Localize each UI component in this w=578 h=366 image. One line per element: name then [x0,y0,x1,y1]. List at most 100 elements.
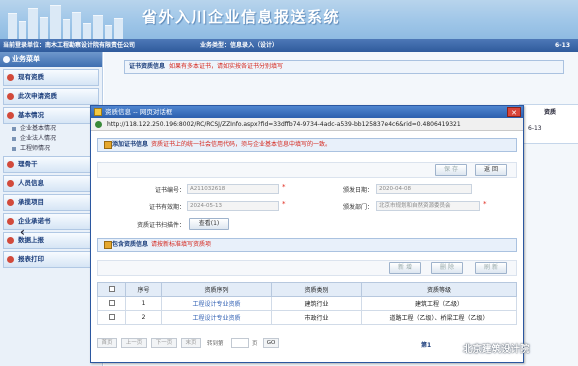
cert-section-note: 如果有多本证书，请如实按各证书分别填写 [169,63,284,70]
save-button[interactable]: 保 存 [435,164,467,176]
row-select [97,296,126,311]
user-info: 当前登录单位：南木工程勘察设计院有限责任公司 [3,42,136,49]
qual-section-title: 包含资质信息 [112,241,149,248]
bg-date-partial: 6-13 [555,42,571,49]
issuer-field[interactable]: 北京市规划和自然资源委员会 [376,201,480,211]
dialog-url: http://118.122.250.196:8002/RC/RCSJ/ZZIn… [107,121,461,128]
header-no: 序号 [125,282,162,297]
cert-no-field[interactable]: A211032618 [187,184,279,194]
required-mark: * [282,200,286,208]
last-page-button[interactable]: 末页 [181,338,201,348]
bullet-icon [7,237,14,244]
edit-icon [104,241,112,249]
issue-date-field[interactable]: 2020-04-08 [376,184,472,194]
row-select [97,310,126,325]
sidebar-item-print-report[interactable]: 报表打印 [3,251,99,268]
bullet-icon [7,161,14,168]
row-category: 建筑行业 [271,296,362,311]
row-checkbox[interactable] [108,299,115,306]
pager-right-info: 第1 [421,342,432,349]
add-cert-note: 资质证书上的统一社会信用代码，须与企业基本信息中填写的一致。 [151,141,332,148]
bullet-icon [7,218,14,225]
row-no: 1 [125,296,162,311]
cert-section-title: 证书资质信息 [129,63,166,70]
page-input[interactable] [231,338,249,348]
header-grade: 资质等级 [361,282,517,297]
prev-page-button[interactable]: 上一页 [121,338,147,348]
business-type: 业务类型：信息录入（设计） [200,42,279,49]
collapse-arrow-icon[interactable]: ‹ [20,225,25,239]
bullet-icon [7,180,14,187]
go-button[interactable]: GO [263,338,279,348]
row-sequence-link[interactable]: 工程设计专业资质 [161,296,272,311]
goto-label: 转到第 [207,341,224,347]
bullet-icon [7,93,14,100]
view-scan-button[interactable]: 查看(1) [189,218,229,230]
table-header-row: 序号 资质序列 资质类别 资质等级 [97,282,517,297]
sidebar-item-commitment[interactable]: 企业承诺书 [3,213,99,230]
sidebar-item-personnel[interactable]: 人员信息 [3,175,99,192]
issue-date-label: 颁发日期： [342,187,373,194]
scan-label: 资质证书扫描件： [136,222,185,229]
qual-section-note: 请按新标准填写资质项 [151,241,212,248]
qual-section-header: 包含资质信息 请按新标准填写资质项 [97,238,517,252]
required-mark: * [282,183,286,191]
dialog-titlebar: 资质信息 -- 网页对话框 ✕ [91,106,523,118]
table-row[interactable]: 2 工程设计专业资质 市政行业 道路工程（乙级）、桥梁工程（乙级） [97,310,517,325]
sidebar-item-basic-info[interactable]: 基本情况 [3,107,99,124]
table-row[interactable]: 1 工程设计专业资质 建筑行业 建筑工程（乙级） [97,296,517,311]
dialog-title: 资质信息 -- 网页对话框 [105,108,173,116]
edit-icon [104,141,112,149]
delete-button[interactable]: 删 除 [431,262,463,274]
refresh-button[interactable]: 刷 新 [475,262,507,274]
watermark-text: 北京建筑设计院 [463,344,530,355]
menu-icon [3,56,10,63]
page-icon [95,121,102,128]
app-banner: 省外入川企业信息报送系统 [0,0,578,39]
sidebar-menu-title: 业务菜单 [0,52,102,67]
valid-until-field[interactable]: 2024-05-13 [187,201,279,211]
next-page-button[interactable]: 下一页 [151,338,177,348]
add-cert-title: 添加证书信息 [112,141,149,148]
watermark-logo-icon [450,344,460,355]
close-icon[interactable]: ✕ [507,107,521,117]
app-title: 省外入川企业信息报送系统 [142,8,341,26]
header-category: 资质类别 [271,282,362,297]
row-grade: 建筑工程（乙级） [361,296,517,311]
first-page-button[interactable]: 首页 [97,338,117,348]
address-bar: http://118.122.250.196:8002/RC/RCSJ/ZZIn… [91,118,523,131]
sidebar-item-projects[interactable]: 承揽项目 [3,194,99,211]
user-info-bar: 当前登录单位：南木工程勘察设计院有限责任公司 业务类型：信息录入（设计） 6-1… [0,39,578,52]
watermark: 北京建筑设计院 [450,341,562,357]
issuer-label: 颁发部门： [342,204,373,211]
sidebar-item-current-qualifications[interactable]: 现有资质 [3,69,99,86]
cert-section-header: 证书资质信息 如果有多本证书，请如实按各证书分别填写 [124,60,564,74]
sidebar: 业务菜单 现有资质 此次申请资质 基本情况 企业基本情况 企业法人情况 工程师情… [0,52,103,366]
row-checkbox[interactable] [108,313,115,320]
bg-cell-date: 6-13 [528,125,542,132]
background-table: 资质 6-13 [519,104,578,144]
add-button[interactable]: 新 增 [389,262,421,274]
bullet-icon [7,199,14,206]
select-all-checkbox[interactable] [108,285,115,292]
bullet-icon [7,112,14,119]
row-sequence-link[interactable]: 工程设计专业资质 [161,310,272,325]
sidebar-item-apply-qualifications[interactable]: 此次申请资质 [3,88,99,105]
sidebar-subitem-legal-person[interactable]: 企业法人情况 [0,134,102,144]
bg-column-header: 资质 [544,109,557,116]
back-button[interactable]: 返 回 [475,164,507,176]
bullet-icon [7,74,14,81]
window-icon [94,108,102,116]
add-cert-section-header: 添加证书信息 资质证书上的统一社会信用代码，须与企业基本信息中填写的一致。 [97,138,517,152]
qualification-dialog: 资质信息 -- 网页对话框 ✕ http://118.122.250.196:8… [90,105,524,363]
sidebar-subitem-engineers[interactable]: 工程师情况 [0,144,102,154]
row-grade: 道路工程（乙级）、桥梁工程（乙级） [361,310,517,325]
sidebar-item-data-report[interactable]: 数据上报 [3,232,99,249]
row-category: 市政行业 [271,310,362,325]
sidebar-subitem-enterprise-basic[interactable]: 企业基本情况 [0,124,102,134]
row-no: 2 [125,310,162,325]
valid-until-label: 证书有效期： [148,204,185,211]
page-unit: 页 [252,341,258,347]
bullet-icon [7,256,14,263]
sidebar-item-key-staff[interactable]: 理骨干 [3,156,99,173]
